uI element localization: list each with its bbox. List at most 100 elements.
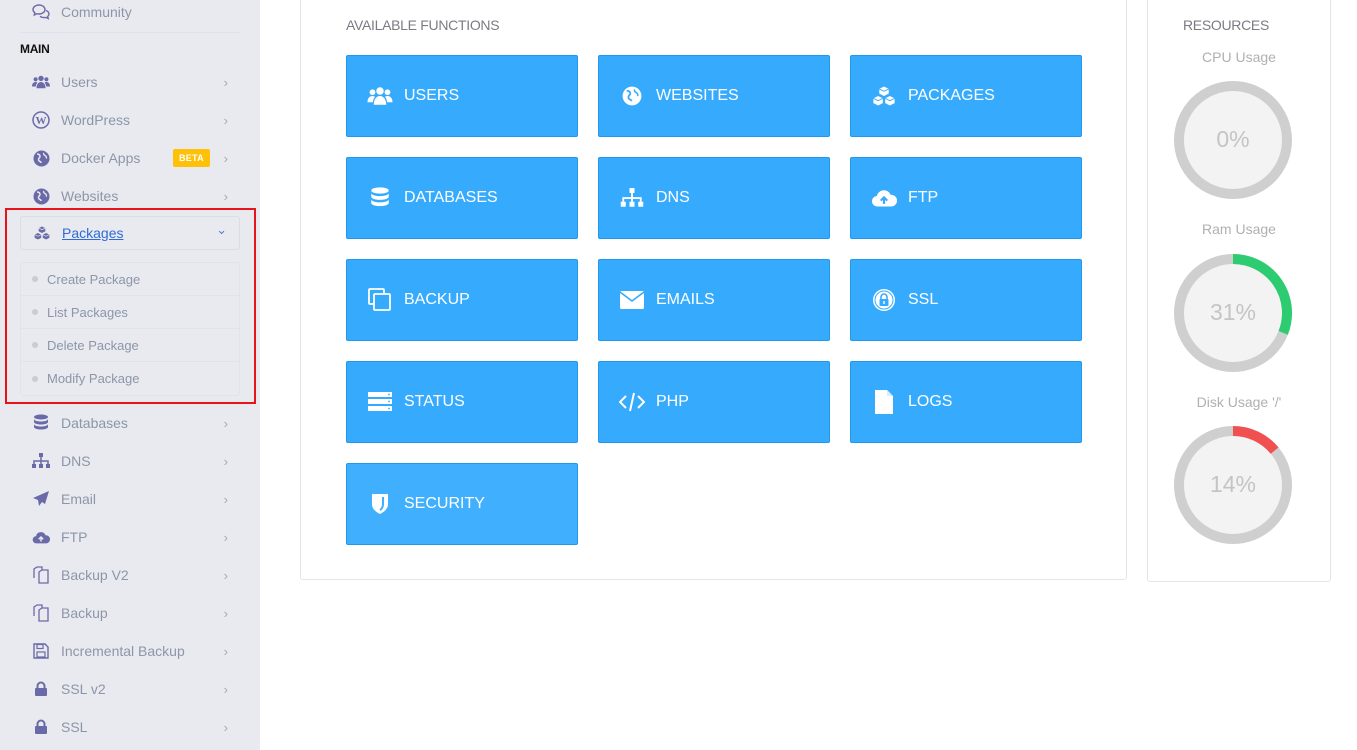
- chevron-right-icon: ›: [223, 150, 228, 166]
- function-button-label: EMAILS: [656, 291, 715, 308]
- function-button-php[interactable]: PHP: [598, 361, 830, 443]
- sidebar-item-websites[interactable]: Websites ›: [20, 179, 240, 213]
- sidebar-divider: [20, 32, 240, 33]
- sidebar-item-packages[interactable]: Packages ⌄: [20, 216, 240, 250]
- code-icon: [619, 390, 645, 414]
- svg-text:W: W: [36, 115, 47, 127]
- chevron-right-icon: ›: [223, 719, 228, 735]
- function-button-label: LOGS: [908, 393, 953, 410]
- sidebar-item-docker-apps[interactable]: Docker Apps BETA ›: [20, 141, 240, 175]
- chevron-right-icon: ›: [223, 605, 228, 621]
- copy-icon: [367, 288, 393, 312]
- function-button-label: PACKAGES: [908, 87, 995, 104]
- function-button-status[interactable]: STATUS: [346, 361, 578, 443]
- users-icon: [367, 84, 393, 108]
- bullet-icon: [32, 342, 38, 348]
- sidebar-item-label: Email: [61, 491, 97, 507]
- sidebar-item-label: Users: [61, 74, 98, 90]
- ram-usage-label: Ram Usage: [1202, 221, 1276, 237]
- function-button-logs[interactable]: LOGS: [850, 361, 1082, 443]
- sidebar-item-label: Community: [61, 4, 132, 20]
- submenu-item-label: Create Package: [47, 271, 141, 287]
- function-button-websites[interactable]: WEBSITES: [598, 55, 830, 137]
- function-button-emails[interactable]: EMAILS: [598, 259, 830, 341]
- function-button-label: STATUS: [404, 393, 465, 410]
- sidebar-item-backup[interactable]: Backup ›: [20, 596, 240, 630]
- sidebar-item-email[interactable]: Email ›: [20, 482, 240, 516]
- function-button-label: WEBSITES: [656, 87, 739, 104]
- submenu-item-create-package[interactable]: Create Package: [21, 263, 239, 296]
- sidebar-item-ssl[interactable]: SSL ›: [20, 710, 240, 744]
- sitemap-icon: [32, 452, 50, 470]
- sidebar-item-ssl-v2[interactable]: SSL v2 ›: [20, 672, 240, 706]
- submenu-item-label: Modify Package: [47, 371, 140, 386]
- sidebar-item-users[interactable]: Users ›: [20, 65, 240, 99]
- chevron-right-icon: ›: [223, 188, 228, 204]
- sidebar-item-backup-v2[interactable]: Backup V2 ›: [20, 558, 240, 592]
- function-button-label: DNS: [656, 189, 690, 206]
- sidebar-section-header: MAIN: [20, 42, 50, 56]
- function-button-security[interactable]: SECURITY: [346, 463, 578, 545]
- floppy-icon: [32, 642, 50, 660]
- sidebar: Community MAIN Users › W WordPress › Doc…: [0, 0, 260, 750]
- function-button-ftp[interactable]: FTP: [850, 157, 1082, 239]
- sidebar-item-dns[interactable]: DNS ›: [20, 444, 240, 478]
- users-icon: [32, 73, 50, 91]
- sitemap-icon: [619, 186, 645, 210]
- function-button-label: FTP: [908, 189, 939, 206]
- function-button-dns[interactable]: DNS: [598, 157, 830, 239]
- cloud-upload-icon: [32, 528, 50, 546]
- available-functions-title: AVAILABLE FUNCTIONS: [346, 17, 500, 33]
- sidebar-item-wordpress[interactable]: W WordPress ›: [20, 103, 240, 137]
- copy-icon: [32, 604, 50, 622]
- chevron-right-icon: ›: [223, 74, 228, 90]
- submenu-item-delete-package[interactable]: Delete Package: [21, 329, 239, 362]
- function-button-packages[interactable]: PACKAGES: [850, 55, 1082, 137]
- sidebar-item-label: Backup V2: [61, 567, 129, 583]
- bullet-icon: [32, 276, 38, 282]
- cubes-icon: [33, 224, 51, 242]
- function-button-databases[interactable]: DATABASES: [346, 157, 578, 239]
- chevron-right-icon: ›: [223, 567, 228, 583]
- function-button-label: DATABASES: [404, 189, 498, 206]
- submenu-item-modify-package[interactable]: Modify Package: [21, 362, 239, 395]
- wordpress-icon: W: [32, 111, 50, 129]
- comments-icon: [32, 4, 50, 20]
- paper-plane-icon: [32, 490, 50, 508]
- sidebar-item-community[interactable]: Community: [32, 2, 132, 22]
- chevron-right-icon: ›: [223, 643, 228, 659]
- sidebar-item-label: SSL: [61, 719, 88, 735]
- disk-usage-label: Disk Usage '/': [1196, 394, 1282, 410]
- submenu-item-list-packages[interactable]: List Packages: [21, 296, 239, 329]
- chevron-right-icon: ›: [223, 529, 228, 545]
- sidebar-item-databases[interactable]: Databases ›: [20, 406, 240, 440]
- submenu-item-label: List Packages: [47, 304, 128, 320]
- function-button-ssl[interactable]: SSL: [850, 259, 1082, 341]
- disk-usage-value: 14%: [1209, 471, 1257, 497]
- function-button-label: SSL: [908, 291, 939, 308]
- sidebar-item-label: FTP: [61, 529, 88, 545]
- server-icon: [367, 390, 393, 414]
- sidebar-item-ftp[interactable]: FTP ›: [20, 520, 240, 554]
- bullet-icon: [32, 375, 38, 382]
- function-button-users[interactable]: USERS: [346, 55, 578, 137]
- sidebar-item-label: Incremental Backup: [61, 643, 185, 659]
- submenu-item-label: Delete Package: [47, 337, 139, 353]
- shield-icon: [367, 492, 393, 516]
- beta-badge: BETA: [172, 149, 210, 167]
- sidebar-item-label: Databases: [61, 415, 128, 431]
- cpu-usage-label: CPU Usage: [1202, 49, 1276, 65]
- sidebar-item-label: Backup: [61, 605, 108, 621]
- sidebar-item-label: Websites: [61, 188, 119, 204]
- function-button-backup[interactable]: BACKUP: [346, 259, 578, 341]
- database-icon: [32, 414, 50, 432]
- sidebar-item-label: WordPress: [61, 112, 130, 128]
- sidebar-item-incremental-backup[interactable]: Incremental Backup ›: [20, 634, 240, 668]
- chevron-right-icon: ›: [223, 681, 228, 697]
- cubes-icon: [871, 84, 897, 108]
- envelope-icon: [619, 288, 645, 312]
- globe-icon: [32, 187, 50, 205]
- globe-icon: [619, 84, 645, 108]
- copy-icon: [32, 566, 50, 584]
- function-button-label: USERS: [404, 87, 460, 104]
